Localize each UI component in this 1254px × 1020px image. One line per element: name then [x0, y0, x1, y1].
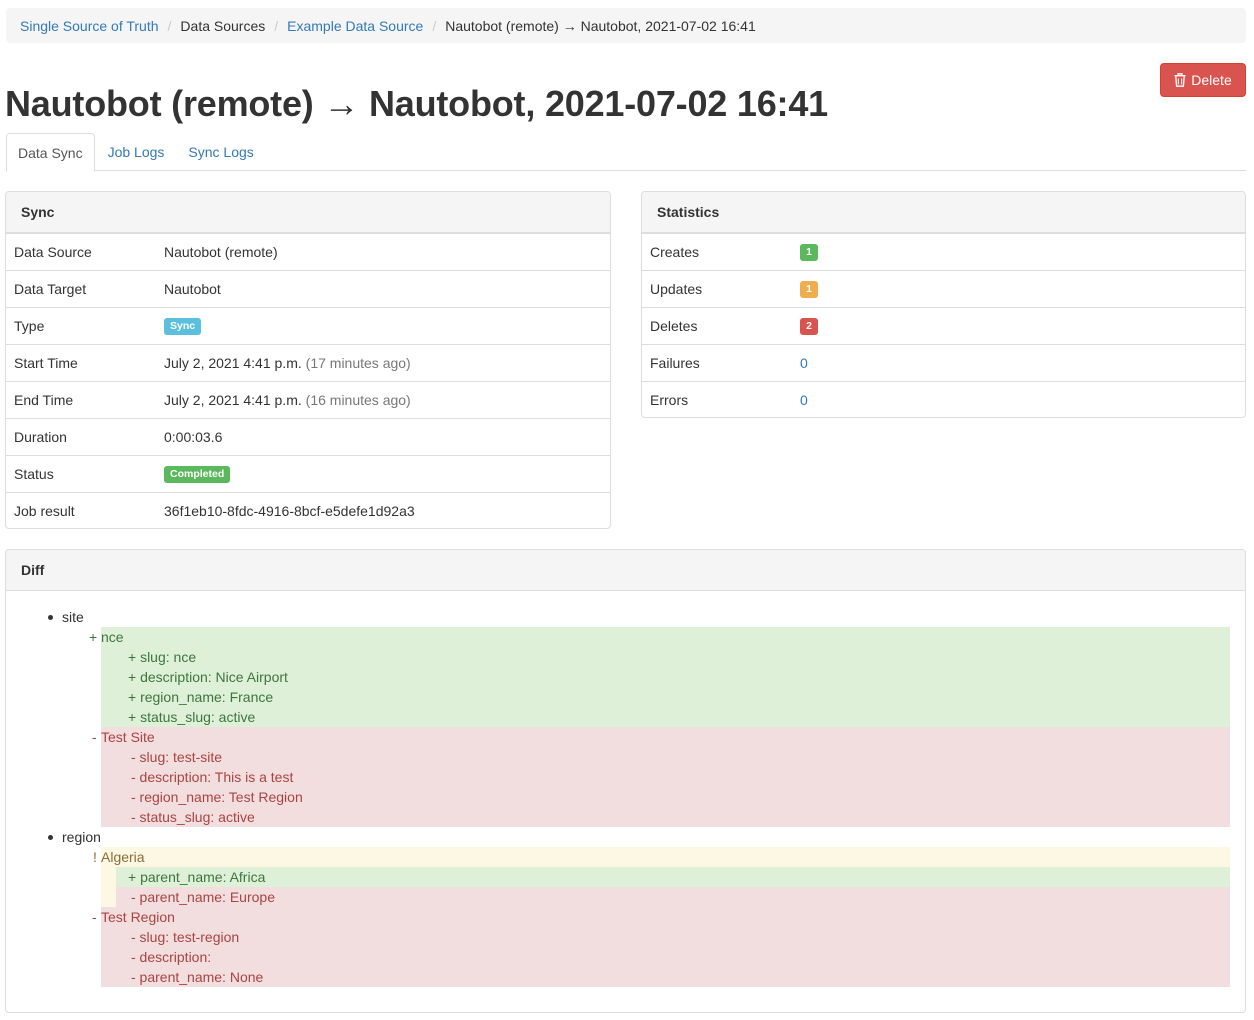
diff-del-mark: -: [92, 729, 97, 745]
status-badge: Completed: [164, 465, 231, 483]
sync-row-end-time: End Time July 2, 2021 4:41 p.m. (16 minu…: [6, 381, 610, 418]
diff-attr-added: + region_name: France: [6, 687, 1230, 707]
diff-attr-deleted: - region_name: Test Region: [6, 787, 1230, 807]
sync-panel: Sync Data Source Nautobot (remote) Data …: [5, 191, 611, 529]
diff-attr-deleted: - slug: test-region: [6, 927, 1230, 947]
tab-job-logs[interactable]: Job Logs: [97, 133, 176, 171]
bullet-icon: [48, 614, 53, 620]
start-time-relative: (17 minutes ago): [305, 355, 411, 371]
data-source-link[interactable]: Nautobot (remote): [164, 244, 278, 260]
diff-attr-deleted: - description: This is a test: [6, 767, 1230, 787]
row-label: Updates: [650, 281, 703, 297]
diff-object-name: Test Region: [101, 909, 175, 925]
sync-panel-heading: Sync: [6, 192, 610, 233]
diff-attr-deleted: - parent_name: None: [6, 967, 1230, 987]
row-label: Errors: [650, 392, 689, 408]
sync-row-data-target: Data Target Nautobot: [6, 270, 610, 307]
tab-sync-logs[interactable]: Sync Logs: [177, 133, 264, 171]
diff-tree: site + nce + slug: nce + description: Ni…: [6, 591, 1245, 1011]
diff-object-deleted: - Test Region: [6, 907, 1230, 927]
sync-row-duration: Duration 0:00:03.6: [6, 418, 610, 455]
row-label: End Time: [14, 392, 74, 408]
trash-icon: [1174, 73, 1186, 87]
row-label: Data Target: [14, 281, 87, 297]
tab-bar: Data Sync Job Logs Sync Logs: [6, 133, 1246, 172]
deletes-count-badge: 2: [800, 317, 818, 335]
breadcrumb: Single Source of Truth / Data Sources / …: [6, 8, 1246, 43]
end-time-value: July 2, 2021 4:41 p.m. (16 minutes ago): [164, 392, 411, 408]
statistics-panel-heading: Statistics: [642, 192, 1245, 233]
row-label: Creates: [650, 244, 700, 260]
type-badge: Sync: [164, 317, 202, 335]
sync-row-status: Status Completed: [6, 455, 610, 492]
stats-row-updates: Updates 1: [642, 270, 1245, 307]
job-result-link[interactable]: 36f1eb10-8fdc-4916-8bcf-e5defe1d92a3: [164, 503, 415, 519]
end-time-relative: (16 minutes ago): [305, 392, 411, 408]
sync-row-data-source: Data Source Nautobot (remote): [6, 233, 610, 270]
stats-row-errors: Errors 0: [642, 381, 1245, 417]
diff-panel-heading: Diff: [6, 550, 1245, 591]
row-label: Deletes: [650, 318, 698, 334]
row-label: Data Source: [14, 244, 92, 260]
diff-del-mark: -: [92, 909, 97, 925]
bullet-icon: [48, 834, 53, 840]
row-label: Duration: [14, 429, 67, 445]
stats-row-deletes: Deletes 2: [642, 307, 1245, 344]
creates-count-badge: 1: [800, 243, 818, 261]
errors-count-link[interactable]: 0: [800, 392, 808, 408]
duration-value: 0:00:03.6: [164, 429, 223, 445]
diff-panel: Diff site + nce + slug: nce + descriptio…: [5, 549, 1246, 1013]
breadcrumb-item-current: Nautobot (remote) → Nautobot, 2021-07-02…: [445, 17, 756, 34]
diff-attr-deleted: - status_slug: active: [6, 807, 1230, 827]
stats-row-failures: Failures 0: [642, 344, 1245, 381]
sync-row-start-time: Start Time July 2, 2021 4:41 p.m. (17 mi…: [6, 344, 610, 381]
diff-attr-added: + slug: nce: [6, 647, 1230, 667]
diff-attr-added: + parent_name: Africa: [6, 867, 1230, 887]
diff-object-deleted: - Test Site: [6, 727, 1230, 747]
breadcrumb-item-single-source-of-truth[interactable]: Single Source of Truth: [20, 18, 159, 34]
breadcrumb-item-example-data-source[interactable]: Example Data Source: [287, 18, 423, 34]
end-time-absolute: July 2, 2021 4:41 p.m.: [164, 392, 302, 408]
breadcrumb-separator: /: [274, 17, 279, 34]
diff-object-changed: ! Algeria: [6, 847, 1230, 867]
statistics-panel: Statistics Creates 1 Updates 1 Deletes 2…: [641, 191, 1246, 418]
sync-row-type: Type Sync: [6, 307, 610, 344]
row-label: Failures: [650, 355, 700, 371]
delete-button-label: Delete: [1191, 72, 1232, 88]
diff-change-mark: !: [93, 849, 97, 865]
page-title: Nautobot (remote) → Nautobot, 2021-07-02…: [5, 83, 828, 124]
diff-object-name: Algeria: [101, 849, 145, 865]
start-time-value: July 2, 2021 4:41 p.m. (17 minutes ago): [164, 355, 411, 371]
diff-add-mark: +: [89, 629, 98, 645]
diff-object-added: + nce: [6, 627, 1230, 647]
diff-model-site: site: [6, 607, 1230, 627]
delete-button[interactable]: Delete: [1160, 63, 1246, 97]
diff-attr-deleted: - parent_name: Europe: [6, 887, 1230, 907]
row-label: Type: [14, 318, 45, 334]
breadcrumb-item-data-sources: Data Sources: [180, 17, 266, 34]
row-label: Job result: [14, 503, 75, 519]
sync-row-job-result: Job result 36f1eb10-8fdc-4916-8bcf-e5def…: [6, 492, 610, 528]
diff-attr-deleted: - description:: [6, 947, 1230, 967]
row-label: Start Time: [14, 355, 78, 371]
updates-count-badge: 1: [800, 280, 818, 298]
diff-object-name: Test Site: [101, 729, 155, 745]
tab-data-sync[interactable]: Data Sync: [6, 133, 95, 172]
row-label: Status: [14, 466, 54, 482]
start-time-absolute: July 2, 2021 4:41 p.m.: [164, 355, 302, 371]
diff-object-name: nce: [101, 629, 124, 645]
diff-attr-deleted: - slug: test-site: [6, 747, 1230, 767]
diff-attr-added: + description: Nice Airport: [6, 667, 1230, 687]
breadcrumb-separator: /: [167, 17, 172, 34]
failures-count-link[interactable]: 0: [800, 355, 808, 371]
breadcrumb-separator: /: [432, 17, 437, 34]
stats-row-creates: Creates 1: [642, 233, 1245, 270]
data-target-value: Nautobot: [164, 281, 221, 297]
diff-model-region: region: [6, 827, 1230, 847]
diff-attr-added: + status_slug: active: [6, 707, 1230, 727]
